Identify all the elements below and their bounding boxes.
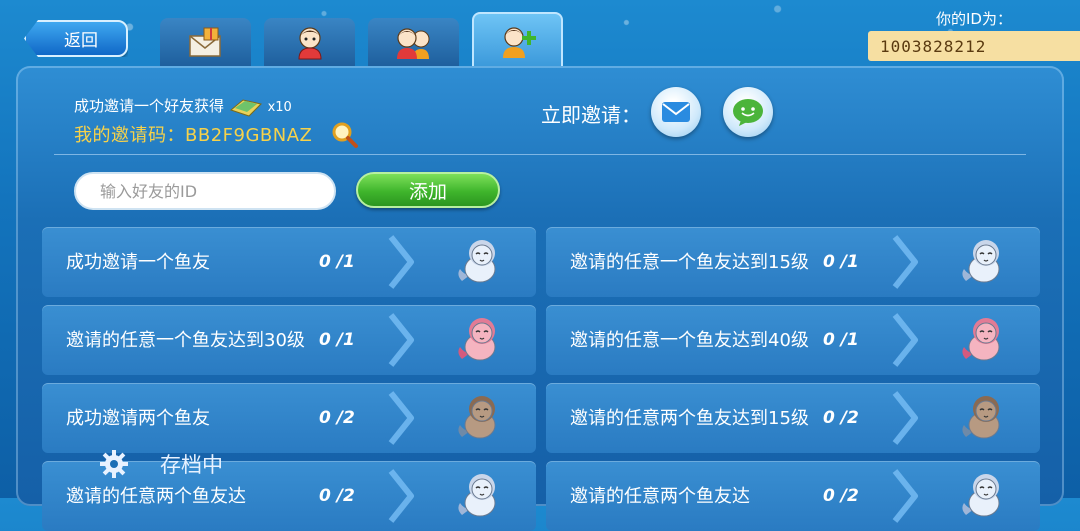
invite-reward-label: 成功邀请一个好友获得 [74,97,225,115]
task-progress: 0 /1 [823,252,859,272]
chevron-right-icon [388,391,414,445]
task-card[interactable]: 成功邀请两个鱼友 0 /2 [42,383,536,453]
seahorse-reward-icon [962,240,1000,283]
back-button[interactable]: 返回 [24,20,128,57]
task-progress: 0 /2 [823,486,859,506]
gear-icon [100,450,128,478]
seahorse-reward-icon [962,396,1000,439]
saving-indicator: 存档中 [98,448,223,480]
tab-friends[interactable] [368,18,459,68]
envelope-icon [662,102,690,122]
invite-code: 我的邀请码：BB2F9GBNAZ [74,125,313,146]
task-card[interactable]: 成功邀请一个鱼友 0 /1 [42,227,536,297]
copy-code-button[interactable] [331,121,359,153]
task-card[interactable]: 邀请的任意一个鱼友达到30级 0 /1 [42,305,536,375]
player-id-label: 你的ID为： [936,10,1012,28]
task-title: 邀请的任意两个鱼友达 [570,485,750,507]
chevron-right-icon [892,313,918,367]
tab-friend[interactable] [264,18,355,68]
task-title: 成功邀请一个鱼友 [66,251,210,273]
task-title: 邀请的任意两个鱼友达到15级 [570,407,809,429]
mail-gift-icon [188,27,221,57]
invite-reward-text: 成功邀请一个好友获得 x10 [74,95,292,118]
single-friend-icon [297,27,322,60]
task-card[interactable]: 邀请的任意两个鱼友达 0 /2 [546,461,1040,531]
magnifier-icon [332,122,358,148]
chevron-right-icon [892,235,918,289]
chevron-right-icon [892,469,918,523]
task-progress: 0 /1 [823,330,859,350]
seahorse-reward-icon [962,318,1000,361]
gold-bars-icon [229,98,262,117]
invite-now-label: 立即邀请： [541,103,641,127]
two-friends-icon [396,28,429,59]
add-friend-icon [502,27,536,58]
task-card[interactable]: 邀请的任意一个鱼友达到40级 0 /1 [546,305,1040,375]
task-progress: 0 /1 [319,330,355,350]
player-id-value: 1003828212 [868,31,1080,61]
seahorse-reward-icon [458,318,496,361]
task-title: 邀请的任意一个鱼友达到30级 [66,329,305,351]
task-progress: 0 /2 [319,408,355,428]
task-progress: 0 /2 [823,408,859,428]
task-progress: 0 /2 [319,486,355,506]
add-friend-button[interactable]: 添加 [356,172,500,208]
tab-mail-gift[interactable] [160,18,251,68]
task-progress: 0 /1 [319,252,355,272]
back-button-label: 返回 [64,31,98,51]
seahorse-reward-icon [458,396,496,439]
saving-text: 存档中 [160,453,223,477]
invite-reward-count: x10 [267,100,292,115]
friend-id-input[interactable] [74,172,336,210]
chevron-right-icon [388,313,414,367]
task-title: 邀请的任意一个鱼友达到40级 [570,329,809,351]
seahorse-reward-icon [458,474,496,517]
chevron-right-icon [892,391,918,445]
panel-divider [54,154,1026,155]
chat-bubble-icon [733,99,763,126]
chevron-right-icon [388,235,414,289]
tab-add-friend[interactable] [472,12,563,68]
add-friend-button-label: 添加 [408,180,447,203]
seahorse-reward-icon [458,240,496,283]
seahorse-reward-icon [962,474,1000,517]
task-card[interactable]: 邀请的任意一个鱼友达到15级 0 /1 [546,227,1040,297]
invite-wechat-button[interactable] [723,87,773,137]
task-title: 邀请的任意一个鱼友达到15级 [570,251,809,273]
task-title: 成功邀请两个鱼友 [66,407,210,429]
task-card[interactable]: 邀请的任意两个鱼友达到15级 0 /2 [546,383,1040,453]
chevron-right-icon [388,469,414,523]
invite-sms-button[interactable] [651,87,701,137]
